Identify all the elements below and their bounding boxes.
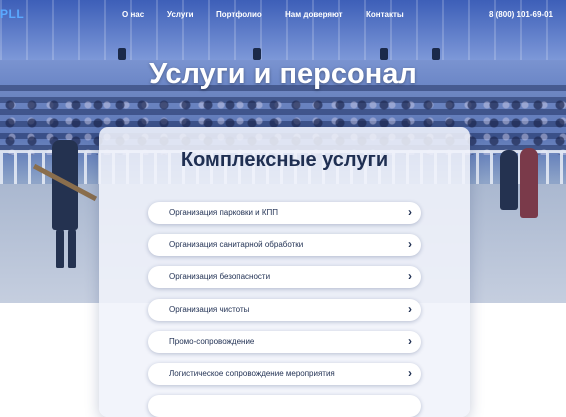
chevron-right-icon: › xyxy=(408,269,412,283)
service-label: Организация парковки и КПП xyxy=(169,208,279,217)
service-label: Организация чистоты xyxy=(169,305,250,314)
service-button-security[interactable]: Организация безопасности › xyxy=(148,266,421,288)
card-title: Комплексные услуги xyxy=(180,149,389,171)
chevron-right-icon: › xyxy=(408,237,412,251)
service-button-logistics[interactable]: Логистическое сопровождение мероприятия … xyxy=(148,363,421,385)
phone-number[interactable]: 8 (800) 101-69-01 xyxy=(489,10,553,19)
worker-leg xyxy=(56,228,64,268)
services-card: Комплексные услуги Организация парковки … xyxy=(99,127,470,417)
service-label: Организация санитарной обработки xyxy=(169,240,304,249)
logo[interactable]: PLL xyxy=(0,7,24,21)
service-label: Промо-сопровождение xyxy=(169,337,255,346)
nav-item-portfolio[interactable]: Портфолио xyxy=(216,10,262,19)
chevron-right-icon: › xyxy=(408,334,412,348)
nav-item-trust[interactable]: Нам доверяют xyxy=(285,10,343,19)
service-button-parking[interactable]: Организация парковки и КПП › xyxy=(148,202,421,224)
service-button-sanitation[interactable]: Организация санитарной обработки › xyxy=(148,234,421,256)
worker-leg xyxy=(68,228,76,268)
nav-item-services[interactable]: Услуги xyxy=(167,10,194,19)
chevron-right-icon: › xyxy=(408,366,412,380)
chevron-right-icon: › xyxy=(408,302,412,316)
service-button-promo[interactable]: Промо-сопровождение › xyxy=(148,331,421,353)
service-button-cleaning[interactable]: Организация чистоты › xyxy=(148,299,421,321)
service-label: Логистическое сопровождение мероприятия xyxy=(169,369,335,378)
service-label: Организация безопасности xyxy=(169,272,271,281)
page-title: Услуги и персонал xyxy=(149,58,417,90)
top-navigation: PLL О нас Услуги Портфолио Нам доверяют … xyxy=(0,0,566,30)
chevron-right-icon: › xyxy=(408,205,412,219)
nav-item-about[interactable]: О нас xyxy=(122,10,144,19)
nav-item-contacts[interactable]: Контакты xyxy=(366,10,404,19)
spectator-figure xyxy=(500,150,518,210)
service-button-more[interactable] xyxy=(148,395,421,417)
spectator-figure xyxy=(520,148,538,218)
